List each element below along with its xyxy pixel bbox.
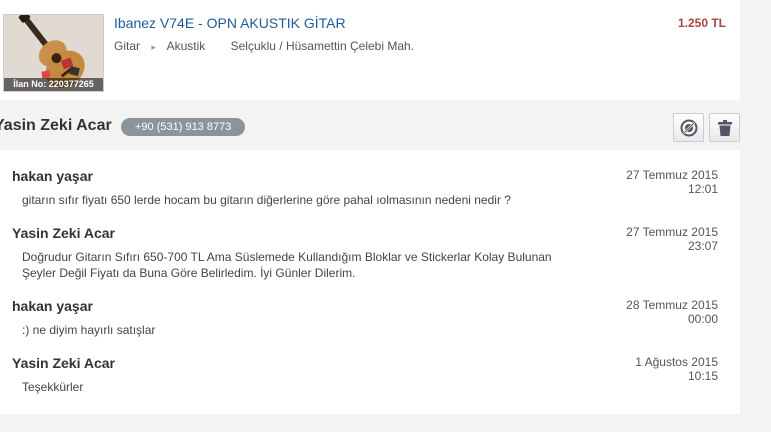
message-timestamp: 27 Temmuz 2015 23:07 (626, 225, 718, 253)
listing-card: İlan No: 220377265 Ibanez V74E - OPN AKU… (0, 0, 740, 100)
message-time: 10:15 (687, 369, 718, 383)
listing-price: 1.250 TL (677, 16, 726, 30)
listing-location: Selçuklu / Hüsamettin Çelebi Mah. (230, 39, 415, 53)
breadcrumb-item-category: Gitar (114, 39, 141, 53)
breadcrumb: Gitar ▸ Akustik Selçuklu / Hüsamettin Çe… (114, 39, 414, 53)
conversation-header: Yasin Zeki Acar +90 (531) 913 8773 (0, 104, 740, 148)
message-date: 28 Temmuz 2015 (626, 298, 718, 312)
message-time: 00:00 (687, 312, 718, 326)
message-date: 27 Temmuz 2015 (626, 225, 718, 239)
message-sender: hakan yaşar (12, 168, 93, 184)
message-date: 1 Ağustos 2015 (635, 355, 718, 369)
message-text: Doğrudur Gitarın Sıfırı 650-700 TL Ama S… (22, 250, 552, 280)
message-time: 12:01 (687, 182, 718, 196)
message-date: 27 Temmuz 2015 (626, 168, 718, 182)
trash-icon (717, 119, 732, 136)
block-user-icon (680, 119, 697, 136)
listing-title[interactable]: Ibanez V74E - OPN AKUSTIK GİTAR (114, 15, 346, 31)
phone-badge: +90 (531) 913 8773 (121, 118, 246, 136)
breadcrumb-item-subcategory: Akustik (166, 39, 206, 53)
message-timestamp: 28 Temmuz 2015 00:00 (626, 298, 718, 326)
message-text: :) ne diyim hayırlı satışlar (22, 323, 156, 337)
block-user-button[interactable] (673, 113, 704, 142)
message-text: Teşekkürler (22, 380, 84, 394)
message-sender: hakan yaşar (12, 298, 93, 314)
message-list: hakan yaşar gitarın sıfır fiyatı 650 ler… (0, 150, 740, 414)
message-sender: Yasin Zeki Acar (12, 225, 115, 241)
ad-number: İlan No: 220377265 (4, 78, 103, 91)
message-timestamp: 27 Temmuz 2015 12:01 (626, 168, 718, 196)
message-timestamp: 1 Ağustos 2015 10:15 (635, 355, 718, 383)
message-sender: Yasin Zeki Acar (12, 355, 115, 371)
contact-name: Yasin Zeki Acar (0, 117, 112, 134)
delete-button[interactable] (709, 113, 740, 142)
message-text: gitarın sıfır fiyatı 650 lerde hocam bu … (22, 193, 511, 207)
listing-thumbnail[interactable]: İlan No: 220377265 (3, 14, 104, 92)
chevron-right-icon: ▸ (151, 42, 156, 52)
message-time: 23:07 (687, 239, 718, 253)
